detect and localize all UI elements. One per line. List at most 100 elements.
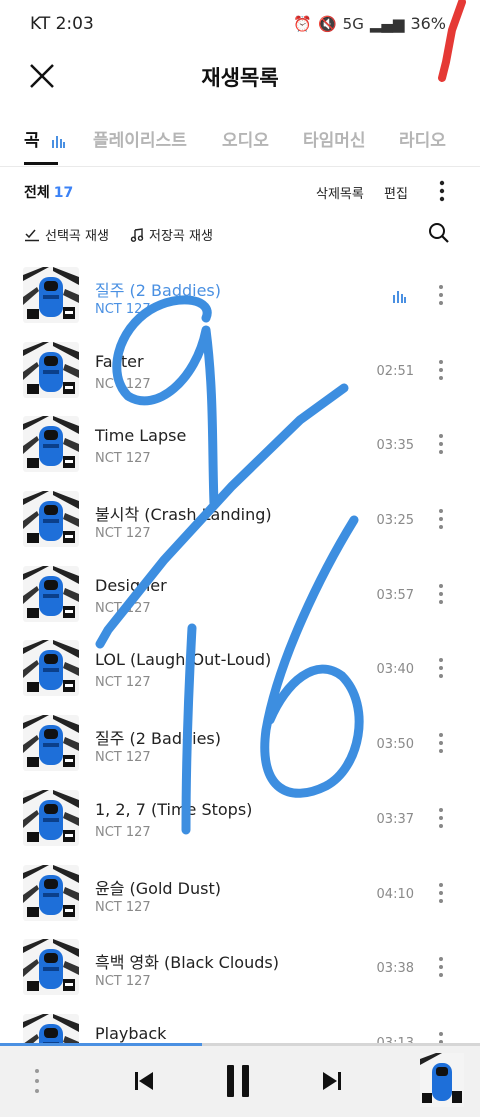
song-row[interactable]: Designer NCT 127 03:57: [0, 559, 480, 634]
song-duration: 03:38: [376, 961, 414, 977]
status-bar: KT 2:03 ⏰ 🔇 5G ▂▄▆ 36%: [0, 0, 480, 50]
song-row[interactable]: 흑백 영화 (Black Clouds) NCT 127 03:38: [0, 932, 480, 1007]
pause-icon[interactable]: [222, 1063, 254, 1099]
song-duration: 03:40: [376, 662, 414, 678]
song-duration: 03:25: [376, 513, 414, 529]
song-duration: 03:37: [376, 811, 414, 827]
equalizer-icon: [51, 136, 65, 148]
album-art: [23, 267, 79, 323]
song-more-icon[interactable]: [434, 506, 448, 532]
album-art: [23, 640, 79, 697]
previous-track-icon[interactable]: [132, 1069, 156, 1093]
progress-bar[interactable]: [0, 1043, 480, 1046]
song-more-icon[interactable]: [434, 282, 448, 308]
album-art: [23, 789, 79, 846]
song-more-icon[interactable]: [434, 357, 448, 383]
song-row[interactable]: 질주 (2 Baddies) NCT 127: [0, 260, 480, 335]
more-options-icon[interactable]: [432, 178, 452, 204]
album-art: [23, 565, 79, 622]
song-duration: 03:57: [376, 587, 414, 603]
search-icon[interactable]: [428, 222, 450, 244]
battery-level: 36%: [410, 14, 446, 33]
status-icons: ⏰ 🔇 5G ▂▄▆ 36%: [293, 14, 446, 33]
next-track-icon[interactable]: [320, 1069, 344, 1093]
now-playing-equalizer-icon: [393, 291, 406, 303]
song-artist: NCT 127: [95, 824, 151, 840]
song-artist: NCT 127: [95, 302, 151, 317]
song-artist: NCT 127: [95, 974, 151, 990]
album-art: [23, 491, 79, 548]
album-art: [23, 939, 79, 996]
tab-playlists[interactable]: 플레이리스트: [93, 126, 187, 151]
active-tab-indicator: [24, 162, 58, 165]
drag-handle-icon[interactable]: [32, 1067, 42, 1095]
status-time: KT 2:03: [30, 14, 94, 34]
song-row[interactable]: Time Lapse NCT 127 03:35: [0, 409, 480, 484]
summary-bar: 전체 17 삭제목록 편집: [0, 176, 480, 208]
edit-button[interactable]: 편집: [384, 183, 408, 202]
song-more-icon[interactable]: [434, 730, 448, 756]
song-row[interactable]: 1, 2, 7 (Time Stops) NCT 127 03:37: [0, 783, 480, 858]
song-title: 불시착 (Crash Landing): [95, 505, 272, 525]
total-label: 전체: [24, 185, 50, 201]
total-count: 전체 17: [24, 182, 73, 202]
album-art: [23, 416, 79, 473]
song-artist: NCT 127: [95, 376, 151, 392]
song-artist: NCT 127: [95, 451, 151, 467]
song-list: 질주 (2 Baddies) NCT 127 Faster NCT 127 02…: [0, 260, 480, 1082]
header: 재생목록: [0, 50, 480, 102]
song-title: 윤슬 (Gold Dust): [95, 878, 221, 898]
song-more-icon[interactable]: [434, 805, 448, 831]
song-duration: 02:51: [376, 363, 414, 379]
play-saved-label: 저장곡 재생: [149, 229, 213, 244]
deleted-list-button[interactable]: 삭제목록: [316, 183, 364, 202]
song-duration: 03:35: [376, 438, 414, 454]
song-duration: 04:10: [376, 886, 414, 902]
song-title: LOL (Laugh-Out-Loud): [95, 650, 272, 670]
page-title: 재생목록: [201, 66, 279, 90]
song-title: Faster: [95, 351, 144, 371]
now-playing-album-art[interactable]: [420, 1053, 464, 1107]
signal-icon: ▂▄▆: [369, 14, 405, 33]
song-row[interactable]: LOL (Laugh-Out-Loud) NCT 127 03:40: [0, 633, 480, 708]
song-row[interactable]: Faster NCT 127 02:51: [0, 335, 480, 410]
song-artist: NCT 127: [95, 526, 151, 542]
song-more-icon[interactable]: [434, 655, 448, 681]
song-more-icon[interactable]: [434, 581, 448, 607]
tab-songs[interactable]: 곡: [24, 126, 65, 151]
song-artist: NCT 127: [95, 899, 151, 915]
alarm-icon: ⏰: [293, 14, 312, 33]
song-row[interactable]: 불시착 (Crash Landing) NCT 127 03:25: [0, 484, 480, 559]
song-more-icon[interactable]: [434, 880, 448, 906]
play-selected-label: 선택곡 재생: [45, 229, 109, 244]
song-row[interactable]: 질주 (2 Baddies) NCT 127 03:50: [0, 708, 480, 783]
album-art: [23, 715, 79, 772]
song-artist: NCT 127: [95, 675, 151, 691]
song-row[interactable]: 윤슬 (Gold Dust) NCT 127 04:10: [0, 858, 480, 933]
album-art: [23, 864, 79, 921]
play-selected-button[interactable]: 선택곡 재생: [24, 225, 109, 244]
play-saved-button[interactable]: 저장곡 재생: [130, 225, 213, 244]
song-title: 흑백 영화 (Black Clouds): [95, 953, 279, 973]
song-title: 1, 2, 7 (Time Stops): [95, 799, 253, 819]
check-list-icon: [25, 229, 39, 241]
song-more-icon[interactable]: [434, 954, 448, 980]
tab-audio[interactable]: 오디오: [222, 126, 269, 151]
mini-player: [0, 1043, 480, 1117]
tab-bar: 곡 플레이리스트 오디오 타임머신 라디오: [0, 118, 480, 167]
tab-radio[interactable]: 라디오: [399, 126, 446, 151]
tab-label: 곡: [24, 131, 40, 151]
song-duration: 03:50: [376, 737, 414, 753]
music-note-icon: [130, 227, 144, 242]
song-title: Playback: [95, 1023, 167, 1043]
mute-icon: 🔇: [317, 14, 337, 33]
song-title: Time Lapse: [95, 426, 187, 446]
tab-time-machine[interactable]: 타임머신: [303, 126, 366, 151]
progress-fill: [0, 1043, 202, 1046]
song-artist: NCT 127: [95, 600, 151, 616]
play-actions: 선택곡 재생 저장곡 재생: [0, 220, 480, 250]
song-title: 질주 (2 Baddies): [95, 729, 221, 749]
song-title: Designer: [95, 575, 167, 595]
song-more-icon[interactable]: [434, 431, 448, 457]
song-artist: NCT 127: [95, 750, 151, 766]
